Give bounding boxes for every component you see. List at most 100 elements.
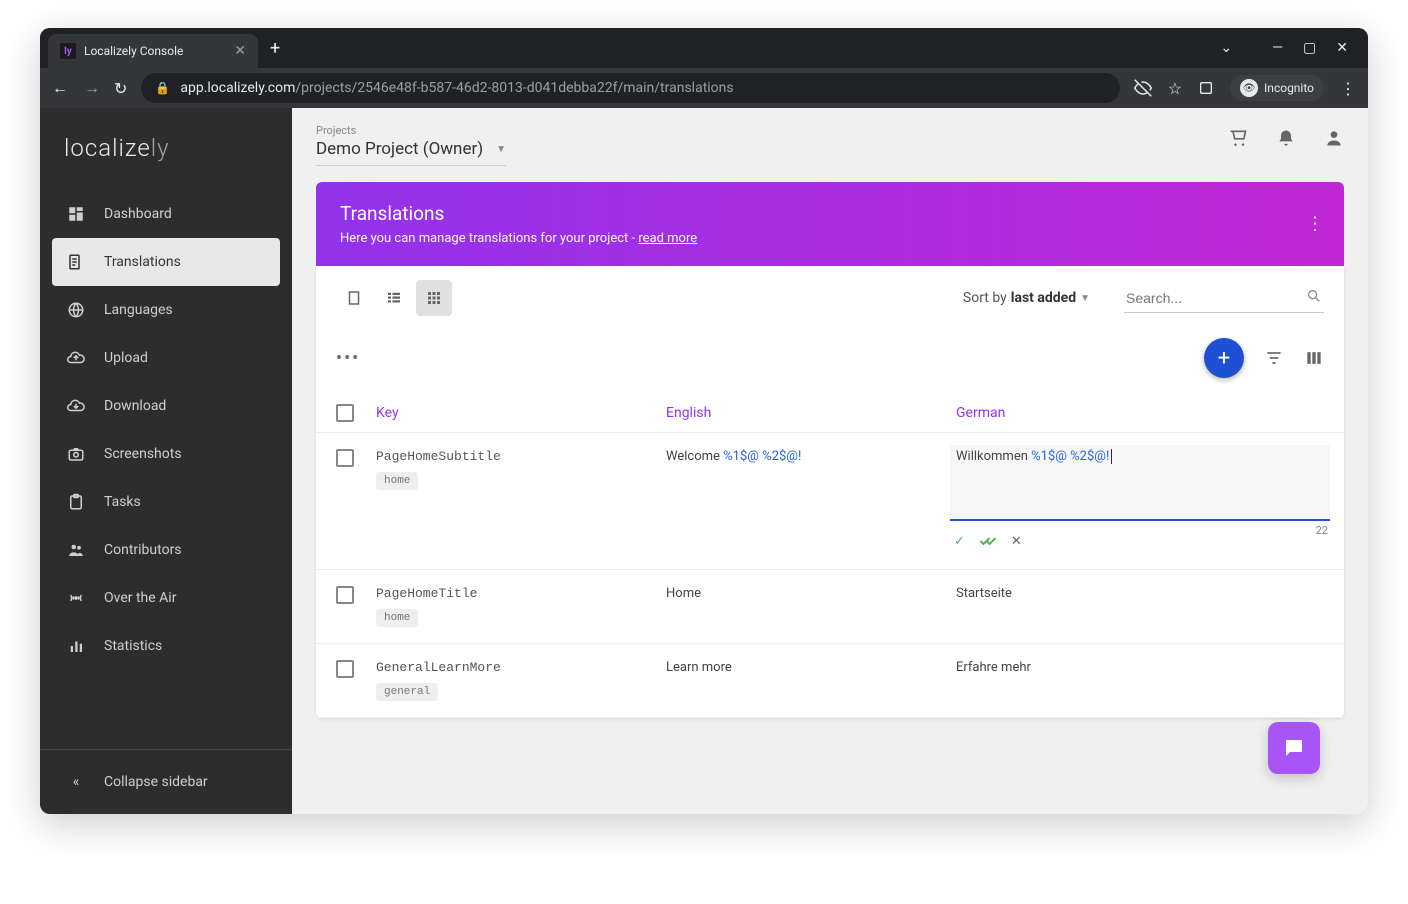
row-checkbox[interactable] xyxy=(336,449,354,467)
eye-off-icon[interactable] xyxy=(1134,79,1152,97)
sidebar-item-statistics[interactable]: Statistics xyxy=(52,622,280,670)
users-icon xyxy=(66,540,86,560)
more-actions-button[interactable]: ••• xyxy=(336,348,360,369)
new-tab-button[interactable]: + xyxy=(270,38,280,59)
url-field[interactable]: 🔒 app.localizely.com/projects/2546e48f-b… xyxy=(141,73,1119,103)
sidebar-item-tasks[interactable]: Tasks xyxy=(52,478,280,526)
dropdown-icon: ▼ xyxy=(496,144,506,155)
search-input[interactable] xyxy=(1124,284,1324,313)
cancel-icon[interactable]: ✕ xyxy=(1011,534,1022,549)
camera-icon xyxy=(66,444,86,464)
project-selector[interactable]: Projects Demo Project (Owner) ▼ xyxy=(316,124,506,166)
cart-icon[interactable] xyxy=(1228,128,1248,148)
translation-german[interactable]: Startseite xyxy=(956,586,1324,601)
sidebar-item-download[interactable]: Download xyxy=(52,382,280,430)
sidebar-item-label: Translations xyxy=(104,254,181,270)
accept-icon[interactable]: ✓ xyxy=(954,534,965,549)
chat-button[interactable] xyxy=(1268,722,1320,774)
column-header-english[interactable]: English xyxy=(666,405,956,421)
key-tag[interactable]: general xyxy=(376,683,438,701)
account-icon[interactable] xyxy=(1324,128,1344,148)
chevron-down-icon[interactable]: ⌄ xyxy=(1220,40,1232,56)
column-header-german[interactable]: German xyxy=(956,405,1324,421)
dashboard-icon xyxy=(66,204,86,224)
translation-key[interactable]: PageHomeSubtitle xyxy=(376,449,666,464)
row-checkbox[interactable] xyxy=(336,586,354,604)
columns-button[interactable] xyxy=(1304,348,1324,368)
notifications-icon[interactable] xyxy=(1276,128,1296,148)
browser-chrome: ly Localizely Console ✕ + ⌄ — ▢ ✕ ← → ↻ … xyxy=(40,28,1368,108)
sidebar-item-label: Download xyxy=(104,398,166,414)
translations-banner: Translations Here you can manage transla… xyxy=(316,182,1344,266)
extensions-icon[interactable] xyxy=(1198,80,1214,96)
text-cursor xyxy=(1111,449,1112,464)
antenna-icon xyxy=(66,588,86,608)
sidebar-item-label: Dashboard xyxy=(104,206,172,222)
sidebar-item-contributors[interactable]: Contributors xyxy=(52,526,280,574)
sidebar-item-languages[interactable]: Languages xyxy=(52,286,280,334)
translation-german[interactable]: Erfahre mehr xyxy=(956,660,1324,675)
browser-tab[interactable]: ly Localizely Console ✕ xyxy=(48,34,258,68)
url-path: /projects/2546e48f-b587-46d2-8013-d041de… xyxy=(295,80,733,96)
sidebar-item-upload[interactable]: Upload xyxy=(52,334,280,382)
forward-button[interactable]: → xyxy=(84,78,100,98)
incognito-icon: 👁 xyxy=(1240,79,1258,97)
reload-button[interactable]: ↻ xyxy=(114,79,127,98)
accept-all-icon[interactable] xyxy=(979,534,997,549)
sort-selector[interactable]: Sort by last added ▼ xyxy=(963,290,1090,306)
back-button[interactable]: ← xyxy=(52,78,68,98)
table-row: PageHomeSubtitle home Welcome %1$@ %2$@!… xyxy=(316,433,1344,570)
filter-button[interactable] xyxy=(1264,348,1284,368)
browser-menu-icon[interactable]: ⋮ xyxy=(1340,79,1356,98)
translations-icon xyxy=(66,252,86,272)
tab-title: Localizely Console xyxy=(84,44,183,58)
sidebar-item-screenshots[interactable]: Screenshots xyxy=(52,430,280,478)
read-more-link[interactable]: read more xyxy=(638,231,697,246)
view-grid-button[interactable] xyxy=(416,280,452,316)
projects-label: Projects xyxy=(316,124,506,137)
translation-key[interactable]: GeneralLearnMore xyxy=(376,660,666,675)
translation-english[interactable]: Home xyxy=(666,586,956,601)
key-tag[interactable]: home xyxy=(376,609,418,627)
sort-dropdown-icon: ▼ xyxy=(1080,293,1090,304)
sidebar-item-translations[interactable]: Translations xyxy=(52,238,280,286)
add-translation-button[interactable]: + xyxy=(1204,338,1244,378)
translation-english[interactable]: Welcome %1$@ %2$@! xyxy=(666,449,956,464)
clipboard-icon xyxy=(66,492,86,512)
sidebar-item-label: Languages xyxy=(104,302,173,318)
sidebar-item-label: Contributors xyxy=(104,542,182,558)
search-icon[interactable] xyxy=(1306,288,1322,304)
incognito-label: Incognito xyxy=(1264,81,1314,95)
url-domain: app.localizely.com xyxy=(180,80,295,96)
maximize-icon[interactable]: ▢ xyxy=(1303,40,1316,56)
chart-icon xyxy=(66,636,86,656)
translations-table: Key English German PageHomeSubtitle home xyxy=(316,394,1344,718)
translation-key[interactable]: PageHomeTitle xyxy=(376,586,666,601)
main-content: Projects Demo Project (Owner) ▼ Translat… xyxy=(292,108,1368,814)
column-header-key[interactable]: Key xyxy=(376,405,666,421)
char-count: 22 xyxy=(1316,524,1328,537)
collapse-label: Collapse sidebar xyxy=(104,774,208,790)
sidebar-item-label: Over the Air xyxy=(104,590,176,606)
view-list-button[interactable] xyxy=(376,280,412,316)
banner-title: Translations xyxy=(340,202,1320,225)
lock-icon: 🔒 xyxy=(155,81,170,95)
incognito-badge[interactable]: 👁 Incognito xyxy=(1230,75,1324,101)
banner-menu-icon[interactable]: ⋮ xyxy=(1306,214,1324,235)
translation-english[interactable]: Learn more xyxy=(666,660,956,675)
collapse-sidebar-button[interactable]: « Collapse sidebar xyxy=(52,758,280,806)
sidebar: localizely Dashboard Translations Langua… xyxy=(40,108,292,814)
tab-favicon-icon: ly xyxy=(60,43,76,59)
globe-icon xyxy=(66,300,86,320)
tab-close-icon[interactable]: ✕ xyxy=(234,43,246,59)
select-all-checkbox[interactable] xyxy=(336,404,354,422)
translation-german-editor[interactable]: Willkommen %1$@ %2$@! 22 ✓ ✕ xyxy=(950,445,1330,521)
sidebar-item-dashboard[interactable]: Dashboard xyxy=(52,190,280,238)
sidebar-item-ota[interactable]: Over the Air xyxy=(52,574,280,622)
row-checkbox[interactable] xyxy=(336,660,354,678)
key-tag[interactable]: home xyxy=(376,472,418,490)
bookmark-star-icon[interactable]: ☆ xyxy=(1168,79,1182,98)
view-single-button[interactable] xyxy=(336,280,372,316)
minimize-icon[interactable]: — xyxy=(1272,40,1283,56)
close-window-icon[interactable]: ✕ xyxy=(1336,40,1348,56)
